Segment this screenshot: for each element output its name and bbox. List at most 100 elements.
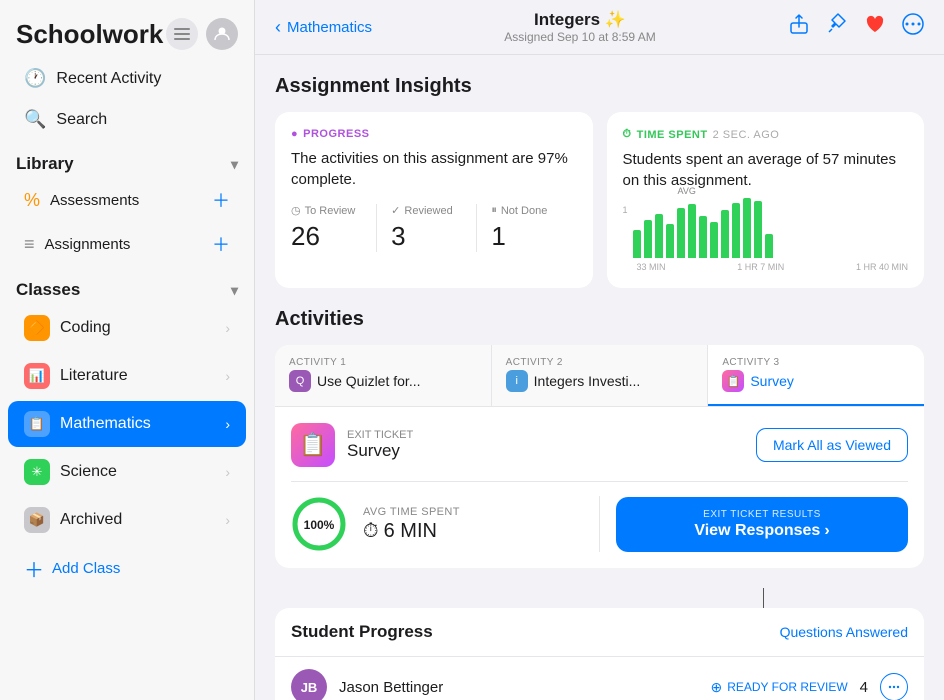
sidebar-item-search[interactable]: 🔍 Search [8, 100, 246, 139]
bar [644, 220, 652, 258]
add-icon: ＋ [24, 554, 44, 583]
assessments-icon: % [24, 190, 40, 211]
science-chevron-icon: › [225, 464, 230, 480]
coding-chevron-icon: › [225, 320, 230, 336]
activity-tab-3[interactable]: ACTIVITY 3 📋 Survey [708, 345, 924, 406]
survey-name: Survey [347, 441, 413, 461]
literature-chevron-icon: › [225, 368, 230, 384]
classes-section-header: Classes ▾ [0, 266, 254, 304]
survey-type: EXIT TICKET [347, 429, 413, 441]
sidebar-header: Schoolwork [0, 0, 254, 58]
student-progress-title: Student Progress [291, 622, 433, 642]
student-more-button-1[interactable] [880, 673, 908, 700]
sidebar-item-coding[interactable]: 🔶 Coding › [8, 305, 246, 351]
topbar: ‹ Mathematics Integers ✨ Assigned Sep 10… [255, 0, 944, 55]
share-button[interactable] [788, 13, 810, 41]
activity-tab-1[interactable]: ACTIVITY 1 Q Use Quizlet for... [275, 345, 492, 406]
activity2-icon: i [506, 370, 528, 392]
sidebar-toggle-button[interactable] [166, 18, 198, 50]
not-done-icon: ⏸ [491, 204, 497, 217]
sidebar-item-archived[interactable]: 📦 Archived › [8, 497, 246, 543]
activity-tab-2[interactable]: ACTIVITY 2 i Integers Investi... [492, 345, 709, 406]
coding-class-icon: 🔶 [24, 315, 50, 341]
ready-badge-1: ⊕ READY FOR REVIEW [710, 679, 847, 696]
student-progress-header: Student Progress Questions Answered [275, 608, 924, 657]
classes-chevron-icon: ▾ [231, 282, 238, 299]
bar-avg: AVG [688, 204, 696, 258]
progress-card: ● PROGRESS The activities on this assign… [275, 112, 593, 288]
insights-row: ● PROGRESS The activities on this assign… [275, 112, 924, 288]
sidebar: Schoolwork 🕐 Recent Activity 🔍 Search Li… [0, 0, 255, 700]
add-class-button[interactable]: ＋ Add Class [0, 544, 254, 593]
favorite-button[interactable] [864, 13, 886, 41]
mathematics-class-icon: 📋 [24, 411, 50, 437]
progress-label: ● PROGRESS [291, 128, 577, 140]
bar [743, 198, 751, 258]
user-profile-button[interactable] [206, 18, 238, 50]
activities-title: Activities [275, 308, 924, 331]
back-button[interactable]: ‹ Mathematics [275, 17, 372, 38]
bar [721, 210, 729, 258]
view-responses-chevron-icon: › [824, 522, 829, 540]
pin-button[interactable] [826, 13, 848, 41]
student-row: JB Jason Bettinger ⊕ READY FOR REVIEW 4 [275, 657, 924, 700]
add-assignment-button[interactable]: ＋ [212, 231, 230, 257]
bar [732, 203, 740, 258]
assignments-icon: ≡ [24, 234, 35, 255]
student-avatar-jb: JB [291, 669, 327, 700]
sidebar-item-recent-activity[interactable]: 🕐 Recent Activity [8, 59, 246, 98]
archived-class-icon: 📦 [24, 507, 50, 533]
archived-chevron-icon: › [225, 512, 230, 528]
time-text: Students spent an average of 57 minutes … [623, 149, 909, 191]
search-icon: 🔍 [24, 109, 46, 130]
student-score-1: 4 [860, 679, 868, 696]
library-section-header: Library ▾ [0, 140, 254, 178]
bar [666, 224, 674, 258]
main-content: ‹ Mathematics Integers ✨ Assigned Sep 10… [255, 0, 944, 700]
svg-text:100%: 100% [304, 518, 335, 532]
clock-icon: ⏱ [363, 520, 379, 543]
sidebar-item-mathematics[interactable]: 📋 Mathematics › [8, 401, 246, 447]
avg-label: AVG [678, 186, 696, 196]
progress-icon: ● [291, 128, 298, 140]
student-progress-section: Student Progress Questions Answered JB J… [275, 608, 924, 700]
bar [677, 208, 685, 258]
activity1-icon: Q [289, 370, 311, 392]
bar [699, 216, 707, 258]
bar-chart: 1 AVG [623, 205, 909, 260]
survey-stats: 100% AVG TIME SPENT ⏱ 6 MIN [291, 481, 908, 552]
more-options-button[interactable] [902, 13, 924, 41]
sidebar-item-assessments[interactable]: % Assessments ＋ [8, 179, 246, 221]
bar [633, 230, 641, 258]
sidebar-item-science[interactable]: ✳ Science › [8, 449, 246, 495]
progress-text: The activities on this assignment are 97… [291, 148, 577, 190]
avg-time-value: ⏱ 6 MIN [363, 520, 460, 543]
page-title: Integers ✨ [504, 10, 655, 30]
content-area: Assignment Insights ● PROGRESS The activ… [255, 55, 944, 700]
literature-class-icon: 📊 [24, 363, 50, 389]
topbar-actions [788, 13, 924, 41]
not-done-value: 1 [491, 221, 562, 252]
progress-stats: ◷ To Review 26 ✓ Reviewed 3 [291, 204, 577, 252]
reviewed-icon: ✓ [391, 204, 400, 217]
sidebar-item-literature[interactable]: 📊 Literature › [8, 353, 246, 399]
bar [655, 214, 663, 258]
to-review-icon: ◷ [291, 204, 301, 217]
add-assessment-button[interactable]: ＋ [212, 187, 230, 213]
sidebar-item-assignments[interactable]: ≡ Assignments ＋ [8, 223, 246, 265]
to-review-value: 26 [291, 221, 362, 252]
time-ago: 2 sec. ago [713, 129, 780, 141]
library-chevron-icon: ▾ [231, 156, 238, 173]
mark-all-viewed-button[interactable]: Mark All as Viewed [756, 428, 908, 462]
view-responses-button[interactable]: EXIT TICKET RESULTS View Responses › [616, 497, 908, 552]
callout-connector [275, 588, 924, 608]
app-title: Schoolwork [16, 19, 163, 50]
activities-section: Activities ACTIVITY 1 Q Use Quizlet for.… [275, 308, 924, 568]
reviewed-value: 3 [391, 221, 462, 252]
clock-icon: 🕐 [24, 68, 46, 89]
page-subtitle: Assigned Sep 10 at 8:59 AM [504, 30, 655, 44]
bar [754, 201, 762, 258]
mathematics-chevron-icon: › [225, 416, 230, 432]
questions-answered-link[interactable]: Questions Answered [780, 624, 908, 640]
chart-x-labels: 33 MIN 1 HR 7 MIN 1 HR 40 MIN [623, 262, 909, 272]
